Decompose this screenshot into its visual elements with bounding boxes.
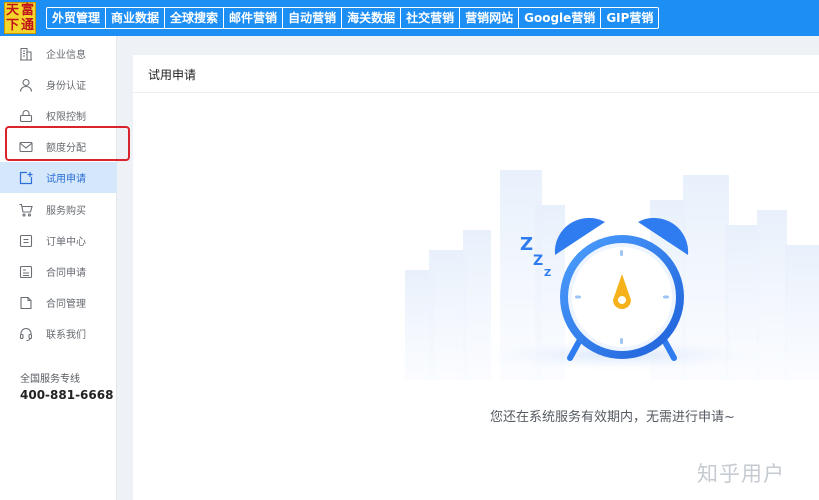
nav-item-marketing-website[interactable]: 营销网站 (460, 8, 520, 28)
cart-icon (18, 202, 34, 218)
sidebar-item-identity[interactable]: 身份认证 (0, 69, 117, 100)
sidebar-item-quota[interactable]: 额度分配 (0, 131, 117, 162)
sidebar-item-label: 联系我们 (46, 330, 86, 341)
empty-state-message: 您还在系统服务有效期内，无需进行申请~ (490, 410, 735, 425)
sidebar-item-orders[interactable]: 订单中心 (0, 225, 117, 256)
page-title: 试用申请 (148, 68, 197, 82)
sidebar-item-label: 权限控制 (46, 112, 86, 123)
nav-item-email-marketing[interactable]: 邮件营销 (224, 8, 284, 28)
sidebar-item-label: 服务购买 (46, 206, 86, 217)
sidebar-item-label: 订单中心 (46, 237, 86, 248)
sidebar-item-label: 企业信息 (46, 50, 86, 61)
sidebar-item-contract-manage[interactable]: 合同管理 (0, 287, 117, 318)
logo-char: 通 (20, 18, 34, 33)
sidebar-item-label: 合同管理 (46, 299, 86, 310)
nav-item-google-marketing[interactable]: Google营销 (519, 8, 602, 28)
sidebar-item-trial-application[interactable]: 试用申请 (0, 162, 117, 193)
logo-char: 富 (20, 3, 34, 18)
lock-icon (18, 108, 34, 124)
mail-icon (18, 139, 34, 155)
logo-char: 天 (5, 3, 19, 18)
building-icon (18, 46, 34, 62)
main-nav-menu: 外贸管理 商业数据 全球搜索 邮件营销 自动营销 海关数据 社交营销 营销网站 … (46, 7, 660, 29)
sleep-z-glyph: Z (520, 234, 533, 255)
sidebar: 企业信息 身份认证 权限控制 额度分配 试用申请 服务购买 订单中心 合同申请 … (0, 36, 117, 500)
sidebar-item-permissions[interactable]: 权限控制 (0, 100, 117, 131)
headset-icon (18, 326, 34, 342)
contract-icon (18, 295, 34, 311)
sidebar-item-label: 试用申请 (46, 174, 86, 185)
nav-item-social-marketing[interactable]: 社交营销 (401, 8, 461, 28)
sidebar-item-contact[interactable]: 联系我们 (0, 318, 117, 349)
contract-apply-icon (18, 264, 34, 280)
sidebar-item-company-info[interactable]: 企业信息 (0, 38, 117, 69)
main-header: 试用申请 (133, 55, 819, 93)
nav-item-trade-management[interactable]: 外贸管理 (47, 8, 107, 28)
sleep-z-glyph: Z (544, 268, 551, 279)
watermark-text: 知乎用户 (697, 462, 785, 486)
sidebar-item-contract-apply[interactable]: 合同申请 (0, 256, 117, 287)
nav-item-business-data[interactable]: 商业数据 (106, 8, 166, 28)
service-hotline-number: 400-881-6668 (20, 388, 114, 402)
sidebar-item-label: 额度分配 (46, 143, 86, 154)
service-hotline-label: 全国服务专线 (20, 374, 80, 385)
trial-add-icon (18, 170, 34, 186)
sidebar-item-label: 合同申请 (46, 268, 86, 279)
user-icon (18, 77, 34, 93)
nav-item-auto-marketing[interactable]: 自动营销 (283, 8, 343, 28)
sidebar-item-purchase[interactable]: 服务购买 (0, 194, 117, 225)
brand-logo[interactable]: 天 富 下 通 (4, 2, 36, 34)
nav-item-customs-data[interactable]: 海关数据 (342, 8, 402, 28)
sidebar-item-label: 身份认证 (46, 81, 86, 92)
logo-char: 下 (5, 18, 19, 33)
top-nav-bar: 天 富 下 通 外贸管理 商业数据 全球搜索 邮件营销 自动营销 海关数据 社交… (0, 0, 819, 36)
sleep-z-glyph: Z (533, 253, 543, 269)
alarm-clock-illustration: Z Z Z (405, 170, 819, 380)
order-icon (18, 233, 34, 249)
nav-item-global-search[interactable]: 全球搜索 (165, 8, 225, 28)
nav-item-gip-marketing[interactable]: GIP营销 (601, 8, 658, 28)
